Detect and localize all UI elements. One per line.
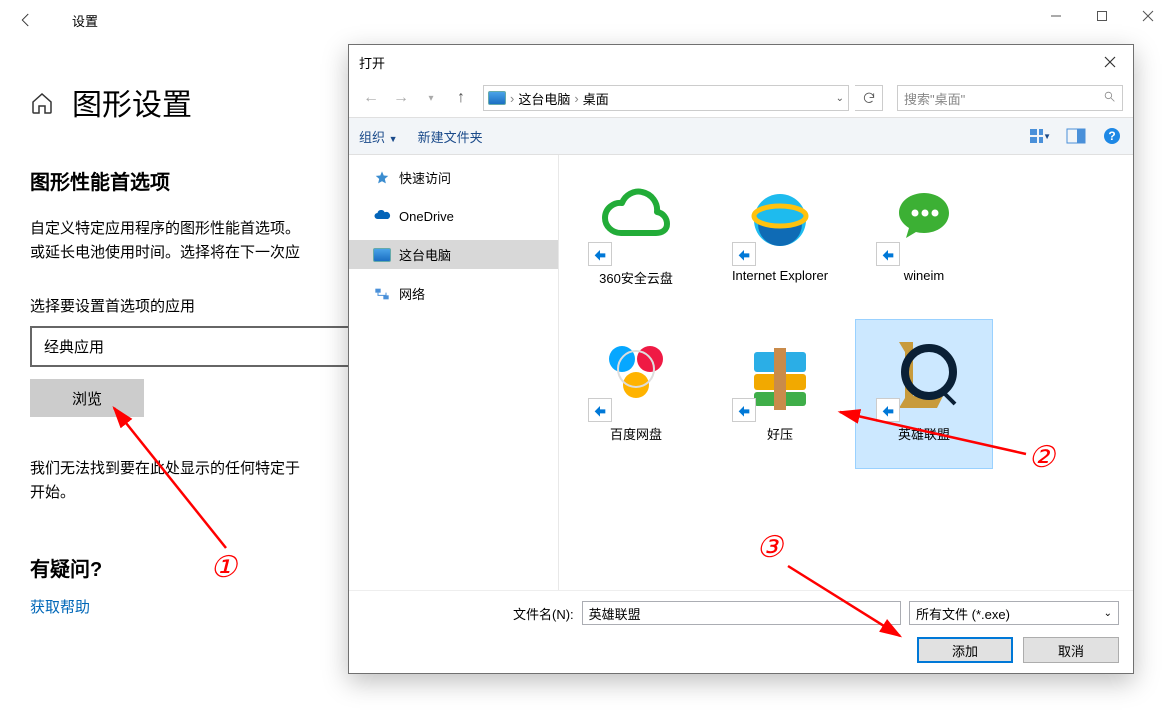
cancel-button[interactable]: 取消 [1023,637,1119,663]
organize-menu[interactable]: 组织 ▼ [359,127,398,146]
nav-label: OneDrive [399,209,454,224]
filter-value: 所有文件 (*.exe) [916,604,1010,623]
search-icon [1103,90,1116,106]
address-bar[interactable]: › 这台电脑 › 桌面 ⌄ [483,85,849,111]
open-file-dialog: 打开 ← → ▾ ↑ › 这台电脑 › 桌面 ⌄ 搜索"桌面" 组织 ▼ 新建文… [348,44,1134,674]
file-label: wineim [904,268,944,283]
close-button[interactable] [1125,0,1171,32]
nav-back-button[interactable]: ← [359,86,383,110]
chevron-down-icon[interactable]: ⌄ [836,93,844,104]
network-icon [373,285,391,303]
breadcrumb-sep: › [574,91,578,106]
chevron-down-icon: ⌄ [1104,608,1112,619]
dialog-title: 打开 [359,53,385,72]
home-icon[interactable] [30,91,54,121]
browse-button[interactable]: 浏览 [30,379,144,417]
dialog-main: 快速访问 OneDrive 这台电脑 网络 [349,155,1133,590]
minimize-button[interactable] [1033,0,1079,32]
breadcrumb-item[interactable]: 桌面 [583,89,609,108]
app-type-select[interactable]: 经典应用 [30,326,350,367]
file-label: 百度网盘 [610,424,662,443]
help-link[interactable]: 获取帮助 [30,596,90,617]
nav-this-pc[interactable]: 这台电脑 [349,240,558,269]
dialog-close-button[interactable] [1087,45,1133,79]
nav-label: 网络 [399,284,425,303]
file-label: 英雄联盟 [898,424,950,443]
help-button[interactable]: ? [1101,125,1123,147]
nav-recent-button[interactable]: ▾ [419,86,443,110]
nav-up-button[interactable]: ↑ [449,86,473,110]
shortcut-icon [732,398,756,422]
file-item-360[interactable]: 360安全云盘 [567,163,705,313]
breadcrumb-sep: › [510,91,514,106]
shortcut-icon [588,398,612,422]
breadcrumb-item[interactable]: 这台电脑 [518,89,570,108]
window-controls [1033,0,1171,32]
nav-network[interactable]: 网络 [349,279,558,308]
annotation-3: ③ [756,530,783,565]
svg-text:?: ? [1108,129,1115,143]
nav-onedrive[interactable]: OneDrive [349,202,558,230]
cloud-icon [373,207,391,225]
filename-input[interactable] [582,601,901,625]
settings-titlebar: 设置 [0,0,1171,40]
select-value: 经典应用 [44,336,104,357]
navigation-pane: 快速访问 OneDrive 这台电脑 网络 [349,155,559,590]
dialog-toolbar: 组织 ▼ 新建文件夹 ▼ ? [349,117,1133,155]
file-label: 好压 [767,424,793,443]
nav-forward-button[interactable]: → [389,86,413,110]
nav-quick-access[interactable]: 快速访问 [349,163,558,192]
app-icon-360-cloud [596,188,676,248]
file-item-baidu[interactable]: 百度网盘 [567,319,705,469]
filename-label: 文件名(N): [513,604,574,623]
view-icons-button[interactable]: ▼ [1029,125,1051,147]
file-label: 360安全云盘 [599,268,673,287]
annotation-2: ② [1028,440,1055,475]
refresh-button[interactable] [855,85,883,111]
shortcut-icon [732,242,756,266]
shortcut-icon [588,242,612,266]
file-filter-select[interactable]: 所有文件 (*.exe) ⌄ [909,601,1119,625]
file-item-ie[interactable]: Internet Explorer [711,163,849,313]
annotation-1: ① [210,550,237,585]
shortcut-icon [876,398,900,422]
window-title: 设置 [72,11,98,30]
add-button[interactable]: 添加 [917,637,1013,663]
address-bar-row: ← → ▾ ↑ › 这台电脑 › 桌面 ⌄ 搜索"桌面" [349,79,1133,117]
preview-pane-button[interactable] [1065,125,1087,147]
file-item-lol[interactable]: 英雄联盟 [855,319,993,469]
star-icon [373,169,391,187]
pc-icon [373,246,391,264]
page-title: 图形设置 [72,80,192,124]
search-placeholder: 搜索"桌面" [904,89,965,108]
file-item-haozip[interactable]: 好压 [711,319,849,469]
search-input[interactable]: 搜索"桌面" [897,85,1123,111]
maximize-button[interactable] [1079,0,1125,32]
file-item-wineim[interactable]: wineim [855,163,993,313]
nav-label: 快速访问 [399,168,451,187]
nav-label: 这台电脑 [399,245,451,264]
file-list[interactable]: 360安全云盘 Internet Explorer wineim [559,155,1133,590]
shortcut-icon [876,242,900,266]
back-button[interactable] [8,2,44,38]
new-folder-button[interactable]: 新建文件夹 [418,127,483,146]
dialog-bottom: 文件名(N): 所有文件 (*.exe) ⌄ 添加 取消 [349,590,1133,673]
file-label: Internet Explorer [732,268,828,283]
pc-icon [488,91,506,105]
dialog-titlebar: 打开 [349,45,1133,79]
